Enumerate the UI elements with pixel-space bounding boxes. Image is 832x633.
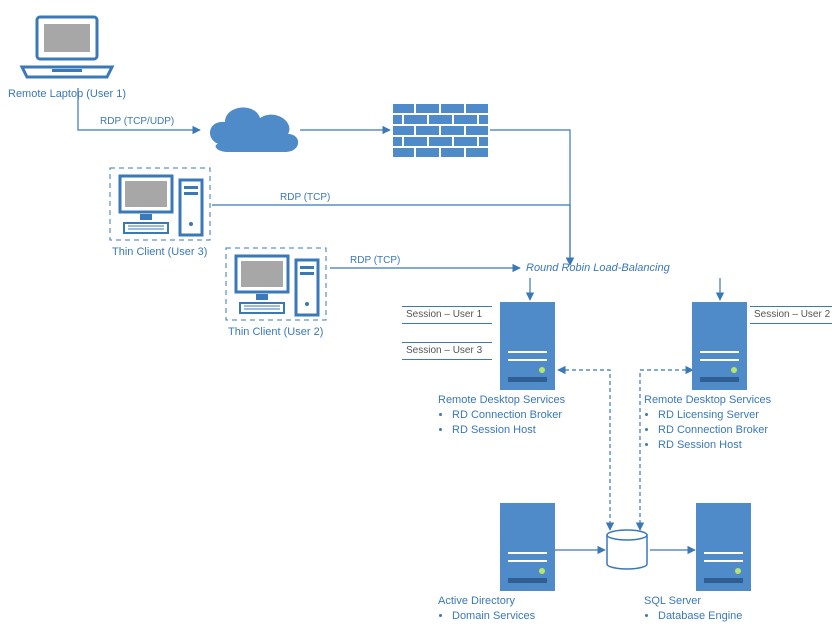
rds-left-item: RD Connection Broker bbox=[452, 408, 618, 423]
rds-right-title: Remote Desktop Services bbox=[644, 394, 824, 406]
thin2-label: Thin Client (User 2) bbox=[228, 326, 323, 338]
rds-left-title: Remote Desktop Services bbox=[438, 394, 618, 406]
session-user1: Session – User 1 bbox=[402, 306, 492, 324]
ad-item: Domain Services bbox=[452, 609, 618, 624]
rds-right-item: RD Session Host bbox=[658, 438, 824, 453]
sql-block: SQL Server Database Engine bbox=[644, 595, 824, 624]
rds-left-list: RD Connection Broker RD Session Host bbox=[438, 408, 618, 438]
edge-rdp-tcpudp: RDP (TCP/UDP) bbox=[100, 116, 174, 127]
edge-rdp-tcp-b: RDP (TCP) bbox=[350, 255, 400, 266]
session-user2: Session – User 2 bbox=[750, 306, 832, 324]
diagram-canvas: Remote Laptop (User 1) Thin Client (User… bbox=[0, 0, 832, 633]
laptop-label: Remote Laptop (User 1) bbox=[8, 88, 126, 100]
sql-item: Database Engine bbox=[658, 609, 824, 624]
sql-title: SQL Server bbox=[644, 595, 824, 607]
ad-title: Active Directory bbox=[438, 595, 618, 607]
rds-right-list: RD Licensing Server RD Connection Broker… bbox=[644, 408, 824, 453]
ad-block: Active Directory Domain Services bbox=[438, 595, 618, 624]
server-rds-left-icon bbox=[500, 302, 555, 390]
rds-right-item: RD Connection Broker bbox=[658, 423, 824, 438]
rds-right-block: Remote Desktop Services RD Licensing Ser… bbox=[644, 394, 824, 453]
load-balancing-label: Round Robin Load-Balancing bbox=[526, 262, 670, 274]
thin-client-2-icon bbox=[226, 248, 326, 320]
server-rds-right-icon bbox=[692, 302, 747, 390]
thin3-label: Thin Client (User 3) bbox=[112, 246, 207, 258]
ad-list: Domain Services bbox=[438, 609, 618, 624]
rds-left-item: RD Session Host bbox=[452, 423, 618, 438]
laptop-icon bbox=[22, 17, 112, 77]
server-ad-icon bbox=[500, 503, 555, 591]
rds-right-item: RD Licensing Server bbox=[658, 408, 824, 423]
thin-client-3-icon bbox=[110, 168, 210, 240]
database-icon bbox=[607, 530, 647, 569]
cloud-icon bbox=[210, 107, 298, 152]
server-sql-icon bbox=[696, 503, 751, 591]
rds-left-block: Remote Desktop Services RD Connection Br… bbox=[438, 394, 618, 438]
firewall-icon bbox=[393, 103, 488, 158]
edge-rdp-tcp-a: RDP (TCP) bbox=[280, 192, 330, 203]
session-user3: Session – User 3 bbox=[402, 342, 492, 360]
sql-list: Database Engine bbox=[644, 609, 824, 624]
